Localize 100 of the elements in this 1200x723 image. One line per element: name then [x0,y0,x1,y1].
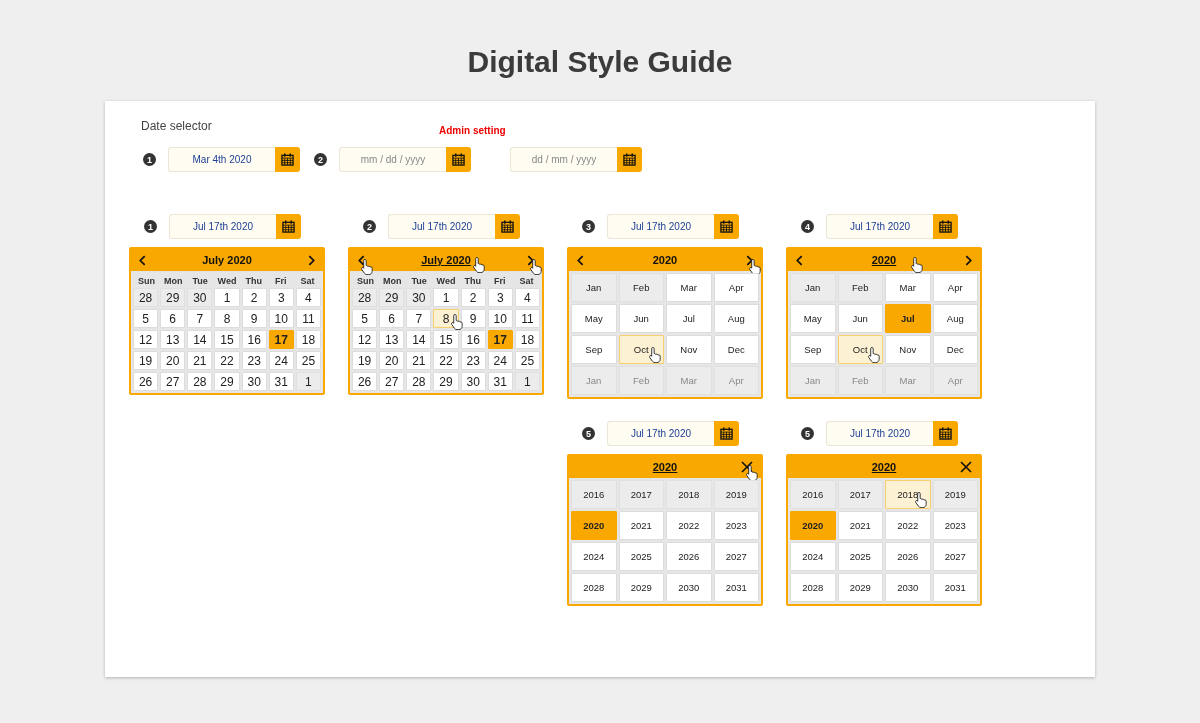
month-cell[interactable]: Nov [885,335,931,364]
calendar-button[interactable] [714,421,739,446]
year-cell[interactable]: 2021 [837,511,883,540]
day-cell[interactable]: 16 [460,330,486,349]
month-cell[interactable]: Jan [790,273,836,302]
year-cell[interactable]: 2017 [837,480,883,509]
day-cell[interactable]: 17 [487,330,513,349]
calendar-button[interactable] [446,147,471,172]
month-cell[interactable]: Jul [666,304,712,333]
year-cell[interactable]: 2030 [666,573,712,602]
day-cell[interactable]: 15 [214,330,240,349]
day-cell[interactable]: 2 [241,288,267,307]
year-cell[interactable]: 2018 [885,480,931,509]
day-cell[interactable]: 30 [406,288,432,307]
year-cell[interactable]: 2029 [618,573,664,602]
day-cell[interactable]: 5 [352,309,378,328]
year-cell[interactable]: 2021 [618,511,664,540]
month-cell[interactable]: Oct [618,335,664,364]
year-cell[interactable]: 2018 [666,480,712,509]
day-cell[interactable]: 7 [187,309,213,328]
month-cell[interactable]: Feb [837,273,883,302]
day-cell[interactable]: 1 [295,372,321,391]
day-cell[interactable]: 17 [268,330,294,349]
date-input[interactable]: Jul 17th 2020 [607,214,714,239]
year-cell[interactable]: 2025 [837,542,883,571]
day-cell[interactable]: 6 [379,309,405,328]
year-cell[interactable]: 2020 [790,511,836,540]
calendar-title-button[interactable]: July 2020 [202,254,252,266]
month-cell[interactable]: Jun [618,304,664,333]
day-cell[interactable]: 4 [295,288,321,307]
day-cell[interactable]: 13 [379,330,405,349]
day-cell[interactable]: 28 [133,288,159,307]
day-cell[interactable]: 24 [268,351,294,370]
day-cell[interactable]: 13 [160,330,186,349]
date-input[interactable]: Mar 4th 2020 [168,147,275,172]
day-cell[interactable]: 30 [187,288,213,307]
year-cell[interactable]: 2019 [932,480,978,509]
year-cell[interactable]: 2026 [885,542,931,571]
year-cell[interactable]: 2020 [571,511,617,540]
day-cell[interactable]: 27 [379,372,405,391]
year-cell[interactable]: 2029 [837,573,883,602]
day-cell[interactable]: 26 [352,372,378,391]
date-input[interactable]: Jul 17th 2020 [607,421,714,446]
day-cell[interactable]: 30 [460,372,486,391]
month-cell[interactable]: Mar [885,273,931,302]
day-cell[interactable]: 1 [214,288,240,307]
calendar-title-button[interactable]: July 2020 [421,254,471,266]
day-cell[interactable]: 28 [187,372,213,391]
day-cell[interactable]: 19 [133,351,159,370]
day-cell[interactable]: 6 [160,309,186,328]
calendar-title-button[interactable]: 2020 [652,254,678,266]
day-cell[interactable]: 5 [133,309,159,328]
day-cell[interactable]: 18 [514,330,540,349]
month-cell[interactable]: Jul [885,304,931,333]
day-cell[interactable]: 19 [352,351,378,370]
day-cell[interactable]: 29 [214,372,240,391]
month-cell[interactable]: Mar [666,273,712,302]
calendar-button[interactable] [714,214,739,239]
year-cell[interactable]: 2016 [571,480,617,509]
day-cell[interactable]: 21 [406,351,432,370]
year-cell[interactable]: 2019 [713,480,759,509]
day-cell[interactable]: 1 [433,288,459,307]
day-cell[interactable]: 4 [514,288,540,307]
day-cell[interactable]: 28 [352,288,378,307]
calendar-button[interactable] [933,421,958,446]
date-input[interactable]: mm / dd / yyyy [339,147,446,172]
day-cell[interactable]: 12 [133,330,159,349]
year-cell[interactable]: 2024 [790,542,836,571]
month-cell[interactable]: May [790,304,836,333]
month-cell[interactable]: Apr [932,273,978,302]
year-cell[interactable]: 2028 [790,573,836,602]
day-cell[interactable]: 7 [406,309,432,328]
day-cell[interactable]: 29 [379,288,405,307]
day-cell[interactable]: 20 [160,351,186,370]
month-cell[interactable]: Sep [571,335,617,364]
month-cell[interactable]: Dec [713,335,759,364]
year-cell[interactable]: 2031 [713,573,759,602]
day-cell[interactable]: 18 [295,330,321,349]
day-cell[interactable]: 25 [295,351,321,370]
day-cell[interactable]: 3 [487,288,513,307]
date-input[interactable]: Jul 17th 2020 [826,421,933,446]
month-cell[interactable]: Feb [618,273,664,302]
month-cell[interactable]: May [571,304,617,333]
month-cell[interactable]: Aug [932,304,978,333]
day-cell[interactable]: 23 [241,351,267,370]
day-cell[interactable]: 2 [460,288,486,307]
day-cell[interactable]: 21 [187,351,213,370]
close-button[interactable] [958,459,974,475]
year-cell[interactable]: 2022 [885,511,931,540]
day-cell[interactable]: 27 [160,372,186,391]
day-cell[interactable]: 15 [433,330,459,349]
close-button[interactable] [739,459,755,475]
day-cell[interactable]: 29 [433,372,459,391]
year-cell[interactable]: 2023 [713,511,759,540]
day-cell[interactable]: 14 [187,330,213,349]
year-cell[interactable]: 2024 [571,542,617,571]
year-cell[interactable]: 2031 [932,573,978,602]
day-cell[interactable]: 9 [241,309,267,328]
month-cell[interactable]: Dec [932,335,978,364]
month-cell[interactable]: Apr [713,273,759,302]
